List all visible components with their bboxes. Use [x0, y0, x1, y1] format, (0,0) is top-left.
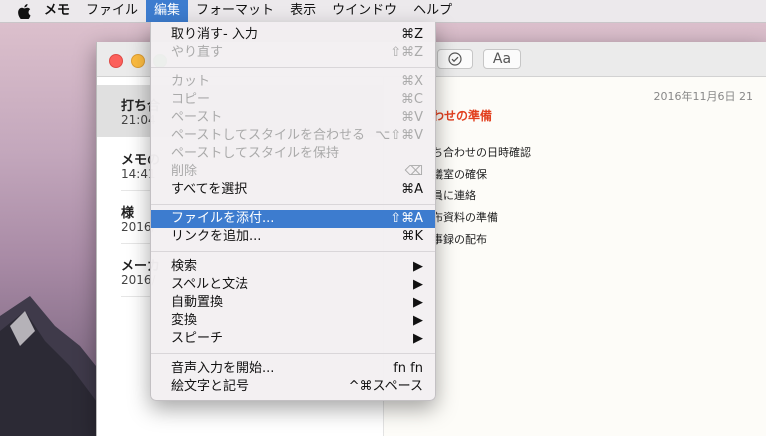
menu-window[interactable]: ウインドウ [324, 0, 405, 22]
menu-item-label: 削除 [171, 164, 198, 179]
menu-file[interactable]: ファイル [78, 0, 146, 22]
menu-item-select-all[interactable]: すべてを選択 ⌘A [151, 181, 435, 199]
menu-item-undo[interactable]: 取り消す- 入力 ⌘Z [151, 26, 435, 44]
shortcut: fn fn [393, 361, 423, 376]
menu-separator [151, 251, 435, 252]
menu-app-notes[interactable]: メモ [36, 0, 78, 22]
shortcut: ⌘X [401, 74, 423, 89]
shortcut: ⇧⌘A [390, 211, 423, 226]
note-line: 事録の配布 [432, 233, 487, 246]
shortcut: ⌘C [400, 92, 423, 107]
menu-item-label: 取り消す- 入力 [171, 27, 258, 42]
note-line: ち合わせの日時確認 [432, 146, 531, 159]
menu-item-speech[interactable]: スピーチ ▶ [151, 330, 435, 348]
menu-item-label: やり直す [171, 45, 224, 60]
delete-key-icon: ⌫ [404, 164, 423, 179]
menu-item-cut: カット ⌘X [151, 73, 435, 91]
note-heading: わせの準備 [432, 109, 493, 123]
menu-item-substitutions[interactable]: 自動置換 ▶ [151, 294, 435, 312]
checklist-icon [448, 52, 462, 66]
submenu-arrow-icon: ▶ [413, 277, 423, 292]
note-line: 員に連絡 [432, 189, 476, 202]
submenu-arrow-icon: ▶ [413, 259, 423, 274]
menu-item-label: 音声入力を開始... [171, 361, 275, 376]
menu-edit[interactable]: 編集 [146, 0, 189, 22]
menu-item-label: ペーストしてスタイルを保持 [171, 146, 339, 161]
shortcut: ⌘V [401, 110, 423, 125]
minimize-window-button[interactable] [131, 54, 145, 68]
shortcut: ⌘A [401, 182, 423, 197]
menu-help[interactable]: ヘルプ [405, 0, 460, 22]
menu-bar: メモ ファイル 編集 フォーマット 表示 ウインドウ ヘルプ [0, 0, 766, 23]
menu-separator [151, 353, 435, 354]
shortcut: ^⌘スペース [348, 379, 423, 394]
menu-item-label: スピーチ [171, 331, 224, 346]
menu-item-find[interactable]: 検索 ▶ [151, 258, 435, 276]
menu-item-attach-file[interactable]: ファイルを添付... ⇧⌘A [151, 210, 435, 228]
menu-item-emoji-symbols[interactable]: 絵文字と記号 ^⌘スペース [151, 378, 435, 396]
apple-icon[interactable] [12, 3, 36, 19]
close-window-button[interactable] [109, 54, 123, 68]
menu-item-label: スペルと文法 [171, 277, 249, 292]
menu-item-start-dictation[interactable]: 音声入力を開始... fn fn [151, 360, 435, 378]
menu-separator [151, 67, 435, 68]
shortcut: ⌥⇧⌘V [375, 128, 423, 143]
menu-item-label: 絵文字と記号 [171, 379, 250, 394]
menu-item-label: 自動置換 [171, 295, 224, 310]
menu-item-paste: ペースト ⌘V [151, 109, 435, 127]
menu-item-label: コピー [171, 92, 211, 107]
menu-item-label: ペーストしてスタイルを合わせる [171, 128, 365, 143]
note-editor[interactable]: 2016年11月6日 21 わせの準備 ち合わせの日時確認 議室の確保 員に連絡… [384, 77, 766, 436]
edit-menu-dropdown: 取り消す- 入力 ⌘Z やり直す ⇧⌘Z カット ⌘X コピー ⌘C ペースト ⌘V ペー… [150, 22, 436, 401]
menu-item-add-link[interactable]: リンクを追加... ⌘K [151, 228, 435, 246]
format-button[interactable]: Aa [483, 49, 521, 69]
menu-item-transformations[interactable]: 変換 ▶ [151, 312, 435, 330]
submenu-arrow-icon: ▶ [413, 331, 423, 346]
menu-format[interactable]: フォーマット [188, 0, 282, 22]
menu-item-label: ペースト [171, 110, 223, 125]
note-line: 布資料の準備 [432, 211, 498, 224]
menu-item-delete: 削除 ⌫ [151, 163, 435, 181]
checklist-button[interactable] [437, 49, 473, 69]
menu-view[interactable]: 表示 [282, 0, 324, 22]
shortcut: ⌘K [401, 229, 423, 244]
menu-item-label: リンクを追加... [171, 229, 262, 244]
submenu-arrow-icon: ▶ [413, 313, 423, 328]
menu-item-label: すべてを選択 [171, 182, 248, 197]
note-title: 様 [121, 206, 135, 221]
note-line: 議室の確保 [432, 168, 487, 181]
menu-item-copy: コピー ⌘C [151, 91, 435, 109]
menu-item-paste-match-style: ペーストしてスタイルを合わせる ⌥⇧⌘V [151, 127, 435, 145]
menu-item-label: 検索 [171, 259, 198, 274]
menu-item-paste-keep-style: ペーストしてスタイルを保持 [151, 145, 435, 163]
menu-item-label: ファイルを添付... [171, 211, 275, 226]
note-date: 2016年11月6日 21 [653, 90, 753, 103]
menu-item-label: 変換 [171, 313, 198, 328]
shortcut: ⇧⌘Z [390, 45, 423, 60]
submenu-arrow-icon: ▶ [413, 295, 423, 310]
menu-item-spelling[interactable]: スペルと文法 ▶ [151, 276, 435, 294]
menu-item-redo: やり直す ⇧⌘Z [151, 44, 435, 62]
menu-item-label: カット [171, 74, 211, 89]
shortcut: ⌘Z [401, 27, 423, 42]
menu-separator [151, 204, 435, 205]
